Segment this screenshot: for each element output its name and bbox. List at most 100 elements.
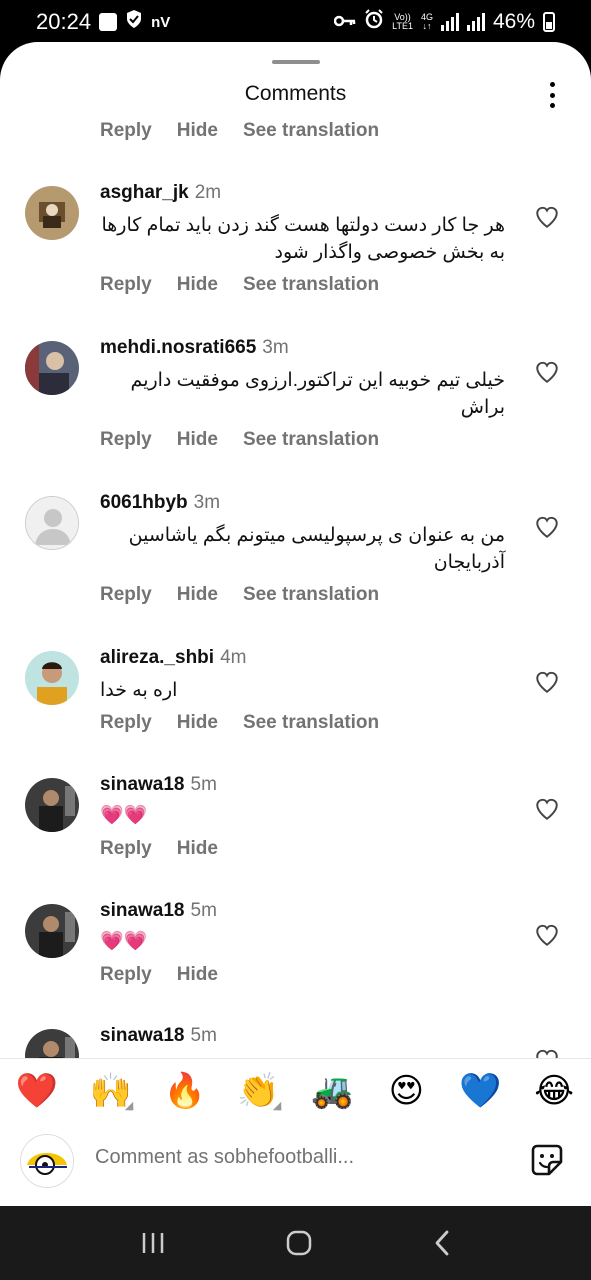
notification-text: nV	[151, 13, 171, 31]
comment-time: 3m	[262, 337, 289, 358]
username[interactable]: sinawa18	[100, 900, 185, 921]
reaction-clapping-emoji[interactable]: 👏	[236, 1071, 282, 1111]
signal-bars-icon-2	[466, 13, 485, 31]
reaction-fire-emoji[interactable]: 🔥	[162, 1071, 208, 1111]
see-translation-button[interactable]: See translation	[243, 712, 379, 734]
comment-time: 5m	[190, 900, 217, 921]
comment-text: 💗💗	[100, 931, 148, 952]
avatar[interactable]	[25, 1029, 79, 1058]
reply-button[interactable]: Reply	[100, 964, 152, 986]
comment-header: 6061hbyb 3m	[100, 492, 220, 514]
comment-header: sinawa18 5m	[100, 774, 217, 796]
like-heart-icon[interactable]	[534, 204, 560, 230]
status-left: 20:24 nV	[36, 9, 170, 35]
username[interactable]: 6061hbyb	[100, 492, 188, 513]
comment-header: mehdi.nosrati665 3m	[100, 337, 289, 359]
like-heart-icon[interactable]	[534, 669, 560, 695]
quick-reactions-bar: ❤️ 🙌 🔥 👏 🚜 😍 💙 😂	[0, 1058, 591, 1123]
sheet-title: Comments	[244, 82, 347, 105]
comment-actions: Reply Hide See translation	[100, 712, 379, 734]
comment-header: sinawa18 5m	[100, 1025, 217, 1047]
reply-button[interactable]: Reply	[100, 274, 152, 296]
battery-percent: 46%	[492, 10, 535, 33]
comment-actions: Reply Hide See translation	[100, 584, 379, 606]
system-nav-bar	[0, 1206, 591, 1280]
comment-time: 5m	[190, 774, 217, 795]
avatar[interactable]	[25, 651, 79, 705]
hide-button[interactable]: Hide	[177, 120, 218, 142]
key-icon	[333, 10, 356, 34]
comment-time: 5m	[190, 1025, 217, 1046]
hide-button[interactable]: Hide	[177, 712, 218, 734]
alarm-icon	[364, 9, 384, 35]
recent-apps-icon[interactable]	[140, 1231, 166, 1255]
current-user-avatar	[20, 1134, 74, 1188]
comment-text: اره به خدا	[100, 680, 178, 701]
home-icon[interactable]	[286, 1230, 312, 1256]
comment-text: خیلی تیم خوبیه این تراکتور.ارزوی موفقیت …	[130, 370, 505, 418]
comment-actions-previous: Reply Hide See translation	[100, 120, 379, 142]
hide-button[interactable]: Hide	[177, 964, 218, 986]
avatar[interactable]	[25, 778, 79, 832]
like-heart-icon[interactable]	[534, 514, 560, 540]
like-heart-icon[interactable]	[534, 1047, 560, 1058]
avatar[interactable]	[25, 904, 79, 958]
sticker-icon[interactable]	[529, 1142, 565, 1178]
signal-bars-icon-1	[440, 13, 459, 31]
comment-actions: Reply Hide	[100, 838, 218, 860]
comment-header: sinawa18 5m	[100, 900, 217, 922]
comment-actions: Reply Hide	[100, 964, 218, 986]
volte-icon: Vo)) LTE1	[392, 12, 413, 31]
reaction-heart-emoji[interactable]: ❤️	[14, 1071, 60, 1111]
like-heart-icon[interactable]	[534, 796, 560, 822]
reply-button[interactable]: Reply	[100, 429, 152, 451]
reaction-heart-eyes-emoji[interactable]: 😍	[383, 1071, 429, 1111]
comment-actions: Reply Hide See translation	[100, 274, 379, 296]
username[interactable]: alireza._shbi	[100, 647, 214, 668]
see-translation-button[interactable]: See translation	[243, 274, 379, 296]
status-right: Vo)) LTE1 4G ↓↑ 46%	[333, 9, 555, 35]
reaction-tractor-emoji[interactable]: 🚜	[309, 1071, 355, 1111]
gallery-icon	[99, 13, 118, 31]
hide-button[interactable]: Hide	[177, 838, 218, 860]
comment-actions: Reply Hide See translation	[100, 429, 379, 451]
back-icon[interactable]	[433, 1230, 451, 1256]
reaction-joy-emoji[interactable]: 😂	[531, 1071, 577, 1111]
network-type-icon: 4G ↓↑	[420, 12, 433, 31]
comment-time: 3m	[193, 492, 221, 513]
comments-list[interactable]: Reply Hide See translation asghar_jk 2m ه…	[0, 120, 591, 1058]
see-translation-button[interactable]: See translation	[243, 584, 379, 606]
see-translation-button[interactable]: See translation	[243, 429, 379, 451]
default-avatar-icon[interactable]	[25, 496, 79, 550]
status-time: 20:24	[36, 9, 92, 34]
reaction-raising-hands-emoji[interactable]: 🙌	[88, 1071, 134, 1111]
comment-header: asghar_jk 2m	[100, 182, 221, 204]
hide-button[interactable]: Hide	[177, 429, 218, 451]
see-translation-button[interactable]: See translation	[243, 120, 379, 142]
comment-composer	[0, 1128, 591, 1200]
drag-handle[interactable]	[272, 60, 320, 64]
hide-button[interactable]: Hide	[177, 274, 218, 296]
like-heart-icon[interactable]	[534, 359, 560, 385]
comments-sheet: Comments Reply Hide See translation asgh…	[0, 42, 591, 1206]
comment-header: alireza._shbi 4m	[100, 647, 246, 669]
username[interactable]: asghar_jk	[100, 182, 189, 203]
username[interactable]: sinawa18	[100, 1025, 185, 1046]
username[interactable]: mehdi.nosrati665	[100, 337, 256, 358]
hide-button[interactable]: Hide	[177, 584, 218, 606]
avatar[interactable]	[25, 186, 79, 240]
reply-button[interactable]: Reply	[100, 120, 152, 142]
comment-text: هر جا کار دست دولتها هست گند زدن باید تم…	[101, 215, 505, 263]
username[interactable]: sinawa18	[100, 774, 185, 795]
like-heart-icon[interactable]	[534, 922, 560, 948]
reply-button[interactable]: Reply	[100, 584, 152, 606]
reply-button[interactable]: Reply	[100, 712, 152, 734]
battery-icon	[543, 12, 555, 32]
comment-text: 💗💗	[100, 805, 148, 826]
more-options-icon[interactable]	[540, 80, 564, 110]
comment-text: من به عنوان ی پرسپولیسی میتونم بگم یاشاس…	[128, 525, 505, 573]
avatar[interactable]	[25, 341, 79, 395]
reply-button[interactable]: Reply	[100, 838, 152, 860]
reaction-blue-heart-emoji[interactable]: 💙	[457, 1071, 503, 1111]
comment-input[interactable]	[95, 1146, 495, 1169]
